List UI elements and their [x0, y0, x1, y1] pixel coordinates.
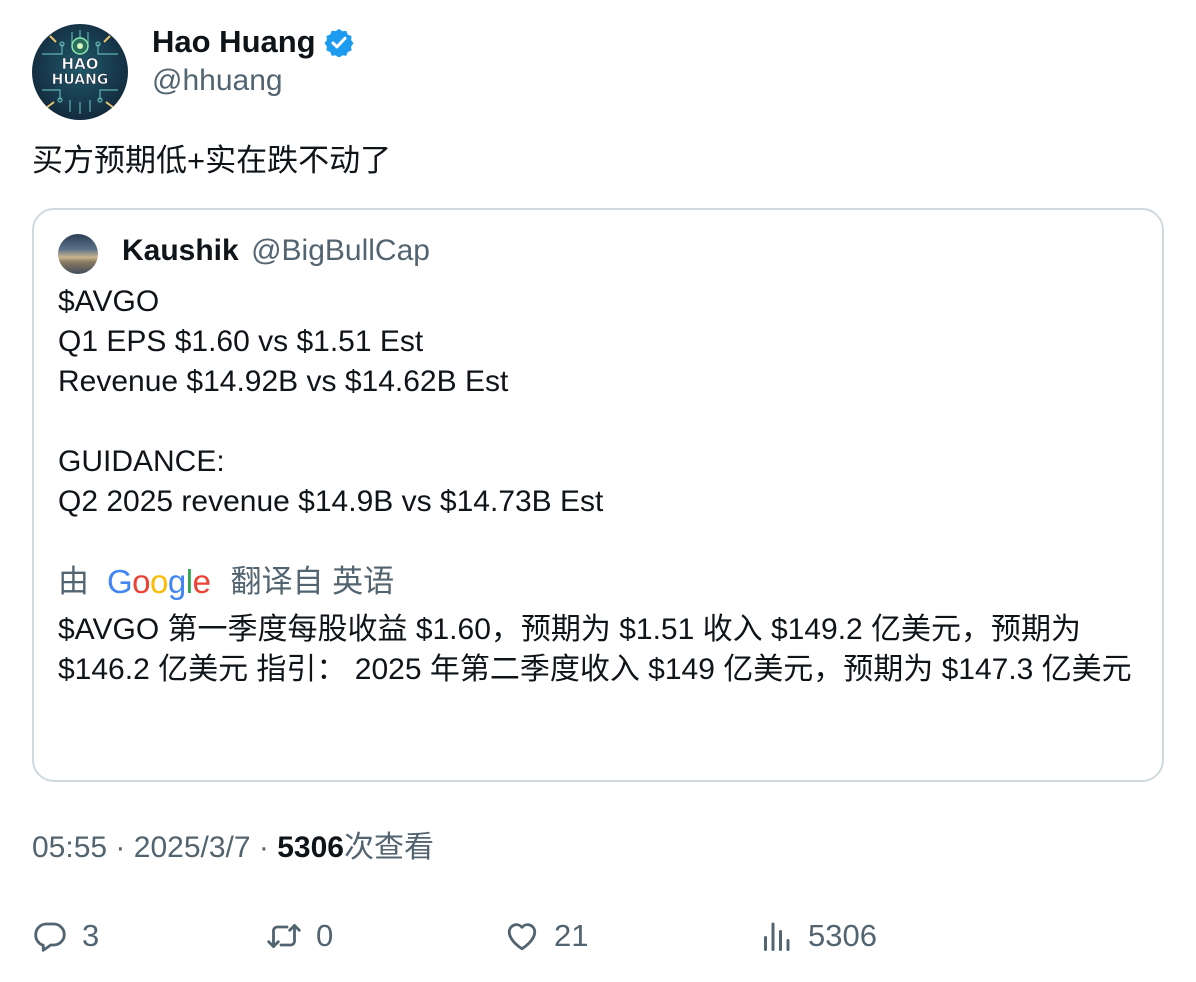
avatar-lettering-2: HUANG	[52, 72, 109, 88]
like-count: 21	[554, 918, 589, 953]
meta-separator: ·	[115, 831, 126, 864]
google-logo: Google	[107, 563, 211, 600]
author-name-text[interactable]: Hao Huang	[152, 24, 316, 60]
author-name[interactable]: Hao Huang	[152, 24, 354, 60]
like-button[interactable]: 21	[504, 914, 588, 958]
tweet-meta: 05:55 · 2025/3/7 · 5306次查看	[32, 828, 434, 868]
quoted-tweet-card[interactable]: Kaushik @BigBullCap $AVGO Q1 EPS $1.60 v…	[32, 208, 1164, 782]
retweet-count: 0	[316, 918, 334, 953]
quoted-author-avatar[interactable]	[58, 234, 98, 274]
author-handle[interactable]: @hhuang	[152, 64, 283, 98]
avatar-lettering-1: HAO	[62, 55, 99, 73]
retweet-icon	[267, 924, 301, 948]
translated-text: $AVGO 第一季度每股收益 $1.60，预期为 $1.51 收入 $149.2…	[58, 613, 1132, 686]
action-bar: 3 0 21 5306	[32, 914, 1164, 958]
views-count: 5306	[277, 831, 344, 864]
translate-suffix: 翻译自 英语	[230, 564, 395, 599]
retweet-button[interactable]: 0	[266, 914, 333, 958]
meta-separator: ·	[258, 831, 269, 864]
reply-icon	[34, 922, 66, 952]
tweet: HAO HUANG Hao Huang @hhuang 买方预期低+实在跌不动了…	[0, 0, 1196, 982]
translation-attribution: 由 Google 翻译自 英语	[58, 562, 394, 602]
heart-icon	[507, 923, 537, 951]
views-button[interactable]: 5306	[758, 914, 877, 958]
tweet-date[interactable]: 2025/3/7	[134, 831, 251, 864]
views-action-count: 5306	[808, 918, 877, 953]
views-label: 次查看	[343, 831, 434, 864]
quoted-author-handle[interactable]: @BigBullCap	[251, 234, 430, 267]
author-avatar[interactable]: HAO HUANG	[32, 24, 128, 120]
analytics-icon	[764, 922, 790, 951]
translate-prefix: 由	[58, 564, 89, 599]
quoted-tweet-header: Kaushik @BigBullCap	[122, 232, 430, 270]
reply-count: 3	[82, 918, 100, 953]
quoted-author-name[interactable]: Kaushik	[122, 234, 239, 267]
tweet-time[interactable]: 05:55	[32, 831, 107, 864]
author-avatar-image: HAO HUANG	[42, 30, 118, 114]
verified-badge-icon	[324, 28, 354, 57]
reply-button[interactable]: 3	[32, 914, 99, 958]
quoted-tweet-text: $AVGO Q1 EPS $1.60 vs $1.51 Est Revenue …	[58, 285, 604, 518]
tweet-text: 买方预期低+实在跌不动了	[32, 143, 392, 178]
